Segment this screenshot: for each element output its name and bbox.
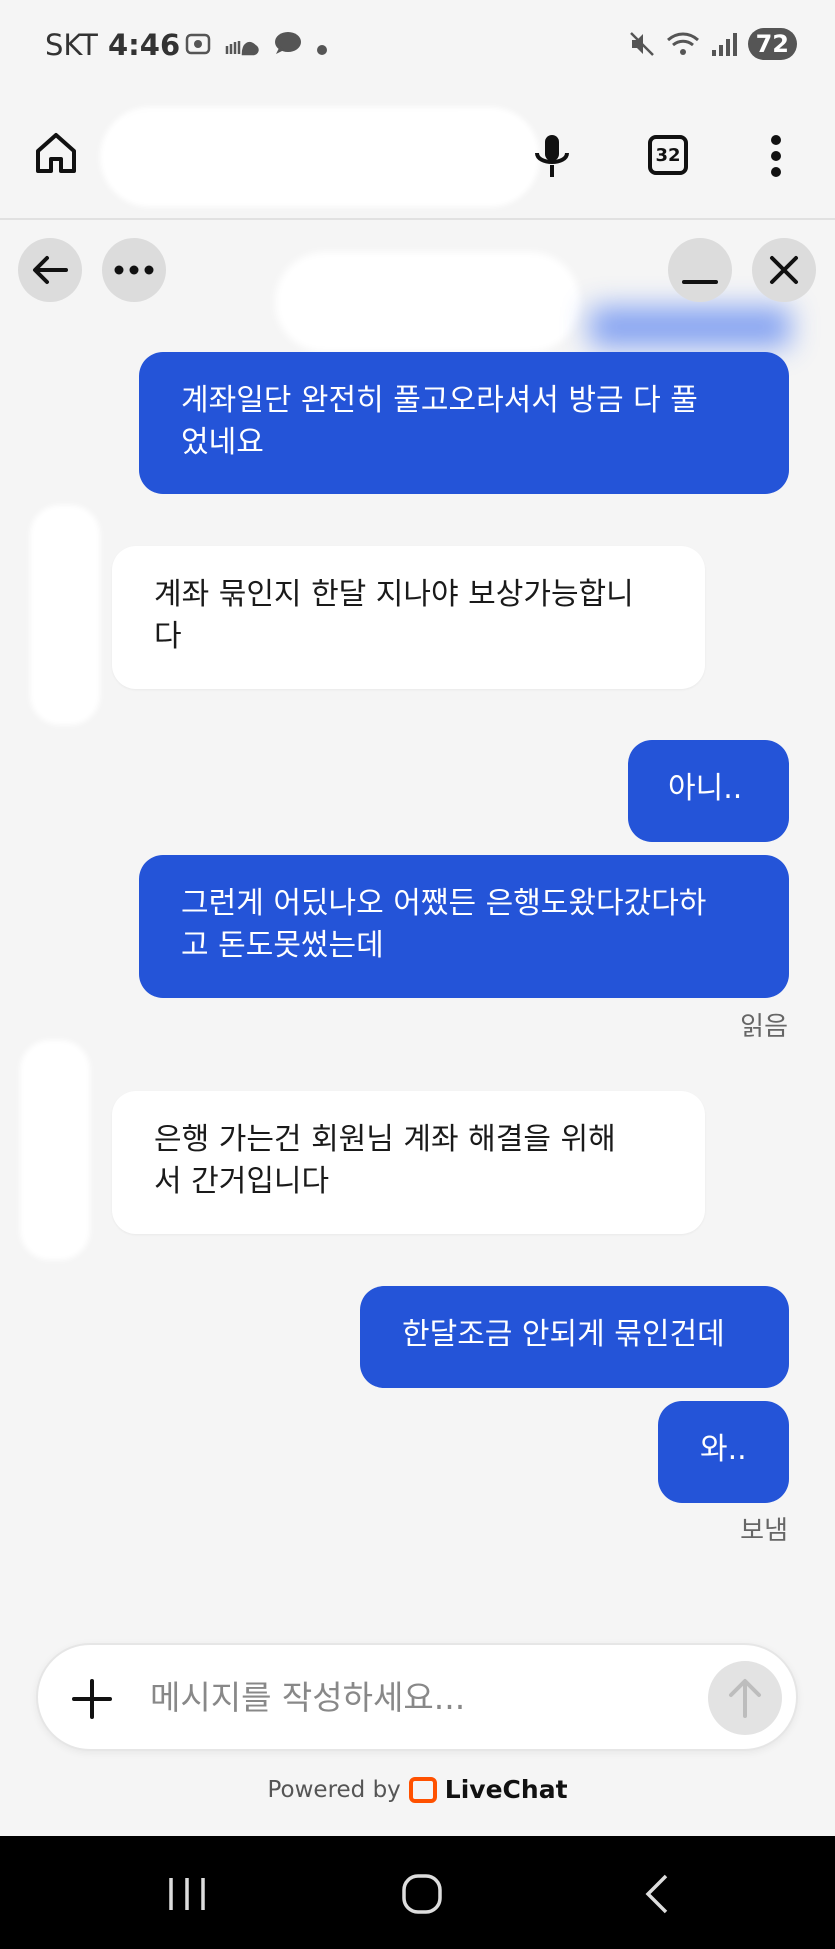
more-horiz-icon — [114, 265, 154, 275]
message-bubble-outgoing[interactable]: 와.. — [658, 1401, 789, 1503]
send-button[interactable] — [708, 1661, 782, 1735]
arrow-up-icon — [729, 1679, 761, 1718]
avatar-redacted — [20, 1040, 90, 1260]
battery-indicator: 72 — [747, 28, 797, 60]
system-navigation-bar — [0, 1836, 835, 1949]
message-input[interactable] — [150, 1667, 710, 1727]
close-icon — [770, 256, 798, 284]
system-indicators: 72 — [628, 28, 797, 60]
wifi-icon — [666, 32, 699, 55]
redaction-blur — [275, 252, 580, 352]
message-bubble-outgoing[interactable]: 계좌일단 완전히 풀고오라셔서 방금 다 풀 었네요 — [139, 352, 789, 494]
chat-header — [0, 222, 835, 352]
minimize-icon — [682, 280, 718, 284]
powered-by-label: Powered by — [267, 1776, 401, 1803]
decorative-glow — [590, 307, 790, 347]
minimize-button[interactable] — [668, 238, 732, 302]
powered-by-footer: Powered by LiveChat — [0, 1775, 835, 1804]
mute-icon — [629, 32, 654, 56]
message-bubble-outgoing[interactable]: 그런게 어딨나오 어쨌든 은행도왔다갔다하 고 돈도못썼는데 — [139, 855, 789, 998]
notification-icons — [185, 30, 328, 62]
livechat-logo-icon — [408, 1776, 437, 1803]
options-button[interactable] — [102, 238, 166, 302]
message-composer — [36, 1643, 798, 1751]
avatar-redacted — [30, 505, 100, 725]
dot-icon — [316, 45, 327, 55]
read-receipt: 읽음 — [740, 1012, 788, 1042]
carrier-label: SKT — [45, 28, 98, 62]
add-attachment-icon[interactable] — [68, 1675, 116, 1723]
redaction-blur — [100, 107, 540, 207]
more-vert-icon[interactable] — [766, 133, 786, 179]
recent-apps-icon[interactable] — [165, 1874, 209, 1914]
soundcloud-icon — [225, 41, 259, 56]
message-bubble-outgoing[interactable]: 한달조금 안되게 묶인건데 — [360, 1286, 789, 1388]
home-icon[interactable] — [34, 131, 78, 175]
signal-icon — [711, 33, 737, 56]
sent-status: 보냄 — [740, 1516, 788, 1546]
clock: 4:46 — [108, 28, 181, 62]
chat-bubble-icon — [275, 32, 302, 54]
status-bar: SKT 4:46 72 — [0, 0, 835, 95]
microphone-icon[interactable] — [532, 133, 572, 179]
message-bubble-outgoing[interactable]: 아니.. — [628, 740, 789, 842]
brand-name[interactable]: LiveChat — [445, 1775, 568, 1804]
screenshot-icon — [185, 33, 211, 55]
message-bubble-incoming[interactable]: 은행 가는건 회원님 계좌 해결을 위해 서 간거입니다 — [112, 1091, 705, 1234]
back-button[interactable] — [18, 238, 82, 302]
message-bubble-incoming[interactable]: 계좌 묶인지 한달 지나야 보상가능합니 다 — [112, 546, 705, 689]
arrow-left-icon — [33, 256, 68, 284]
back-nav-icon[interactable] — [642, 1872, 672, 1916]
tab-count-button[interactable]: 32 — [648, 135, 688, 175]
close-button[interactable] — [752, 238, 816, 302]
browser-toolbar: 32 — [0, 95, 835, 220]
home-nav-icon[interactable] — [400, 1872, 444, 1916]
